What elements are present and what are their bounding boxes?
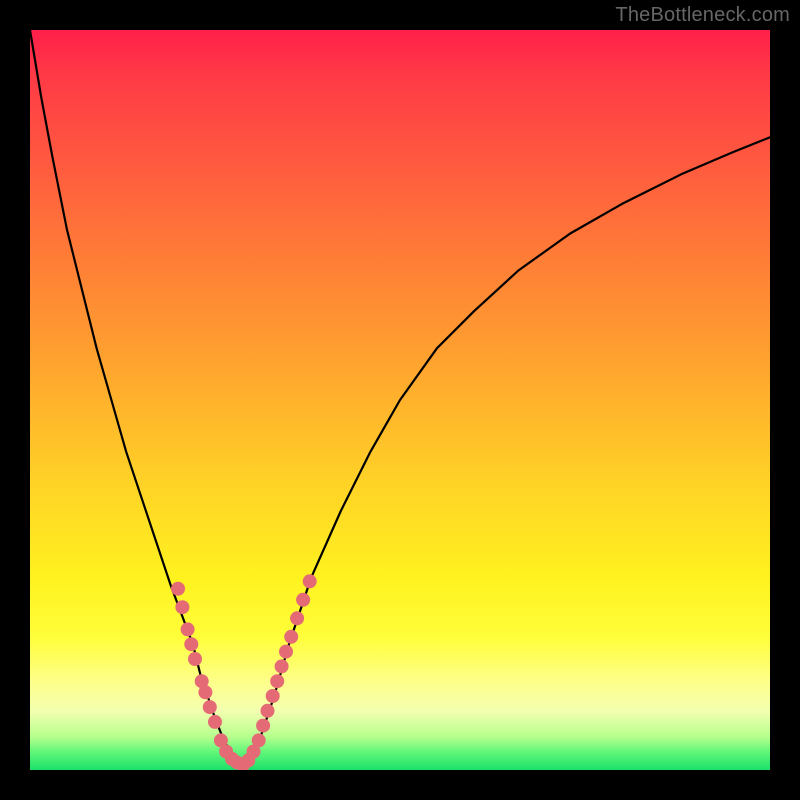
- scatter-dot: [203, 700, 217, 714]
- scatter-dot: [284, 630, 298, 644]
- scatter-dot: [175, 600, 189, 614]
- scatter-dot: [296, 593, 310, 607]
- plot-area: [30, 30, 770, 770]
- bottleneck-curve: [30, 30, 770, 766]
- curve-layer: [30, 30, 770, 770]
- scatter-dot: [290, 611, 304, 625]
- scatter-dot: [266, 689, 280, 703]
- scatter-dot: [188, 652, 202, 666]
- scatter-dot: [181, 622, 195, 636]
- scatter-dot: [270, 674, 284, 688]
- scatter-dots: [171, 574, 317, 770]
- scatter-dot: [252, 733, 266, 747]
- scatter-dot: [198, 685, 212, 699]
- scatter-dot: [275, 659, 289, 673]
- scatter-dot: [208, 715, 222, 729]
- chart-root: TheBottleneck.com: [0, 0, 800, 800]
- scatter-dot: [256, 719, 270, 733]
- scatter-dot: [184, 637, 198, 651]
- watermark-text: TheBottleneck.com: [615, 4, 790, 27]
- scatter-dot: [171, 582, 185, 596]
- scatter-dot: [303, 574, 317, 588]
- scatter-dot: [279, 645, 293, 659]
- scatter-dot: [261, 704, 275, 718]
